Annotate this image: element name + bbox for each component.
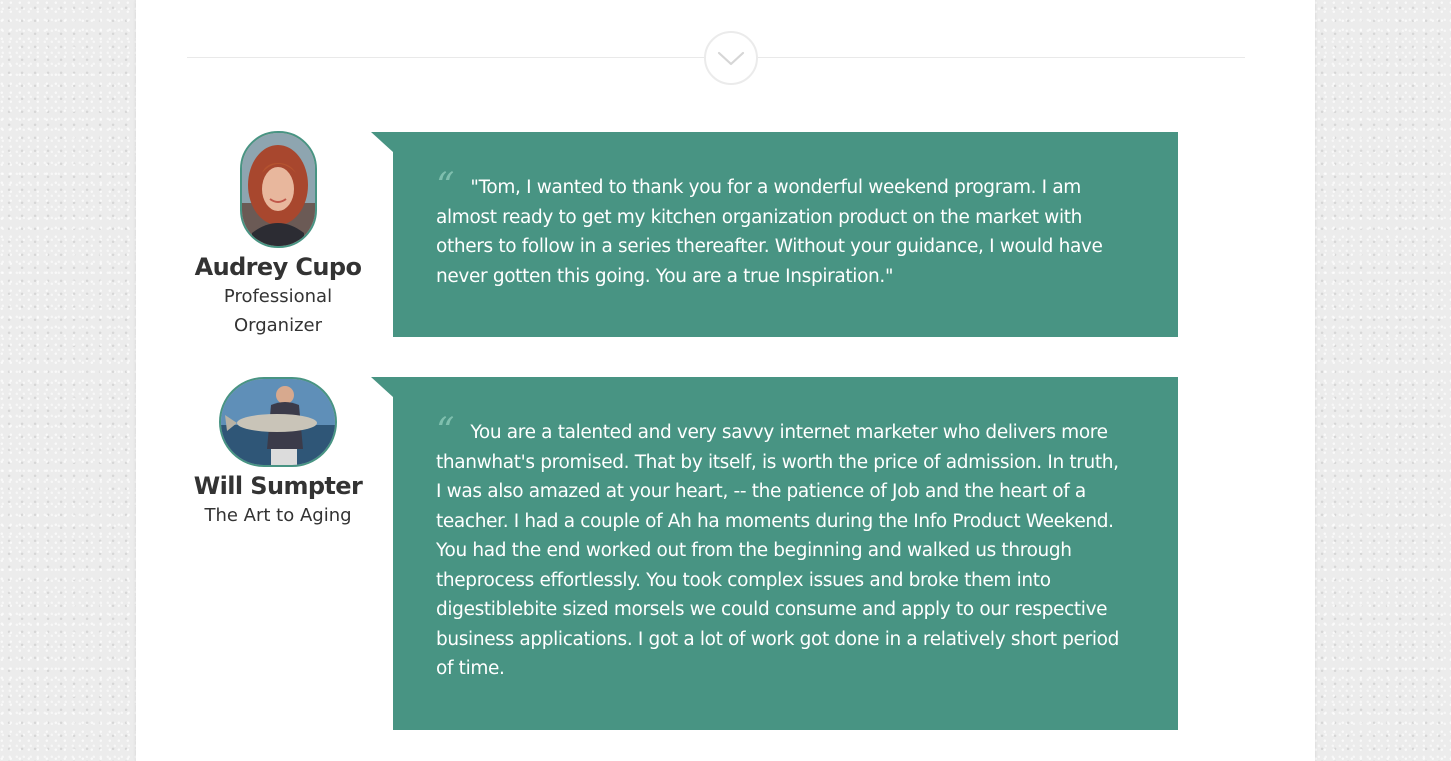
content-panel: Audrey Cupo Professional Organizer “"Tom…: [136, 0, 1315, 761]
scroll-down-button[interactable]: [704, 31, 758, 85]
quote-box: “You are a talented and very savvy inter…: [393, 377, 1178, 730]
avatar: [219, 377, 337, 467]
quote-pointer: [371, 132, 393, 152]
quote-text: "Tom, I wanted to thank you for a wonder…: [436, 177, 1103, 287]
quote-box: “"Tom, I wanted to thank you for a wonde…: [393, 132, 1178, 337]
quote-mark-icon: “: [436, 166, 457, 207]
chevron-down-icon: [717, 51, 745, 66]
author-name: Audrey Cupo: [194, 253, 362, 281]
quote-text: You are a talented and very savvy intern…: [436, 422, 1119, 679]
author-role: The Art to Aging: [204, 504, 352, 526]
testimonial-author: Will Sumpter The Art to Aging: [188, 377, 368, 530]
author-name: Will Sumpter: [193, 472, 363, 500]
avatar-photo: [241, 133, 315, 246]
avatar-photo: [221, 379, 335, 465]
quote-mark-icon: “: [436, 411, 457, 452]
author-role: Professional Organizer: [223, 285, 333, 336]
avatar: [239, 131, 317, 248]
quote-pointer: [371, 377, 393, 397]
testimonial-author: Audrey Cupo Professional Organizer: [188, 131, 368, 340]
